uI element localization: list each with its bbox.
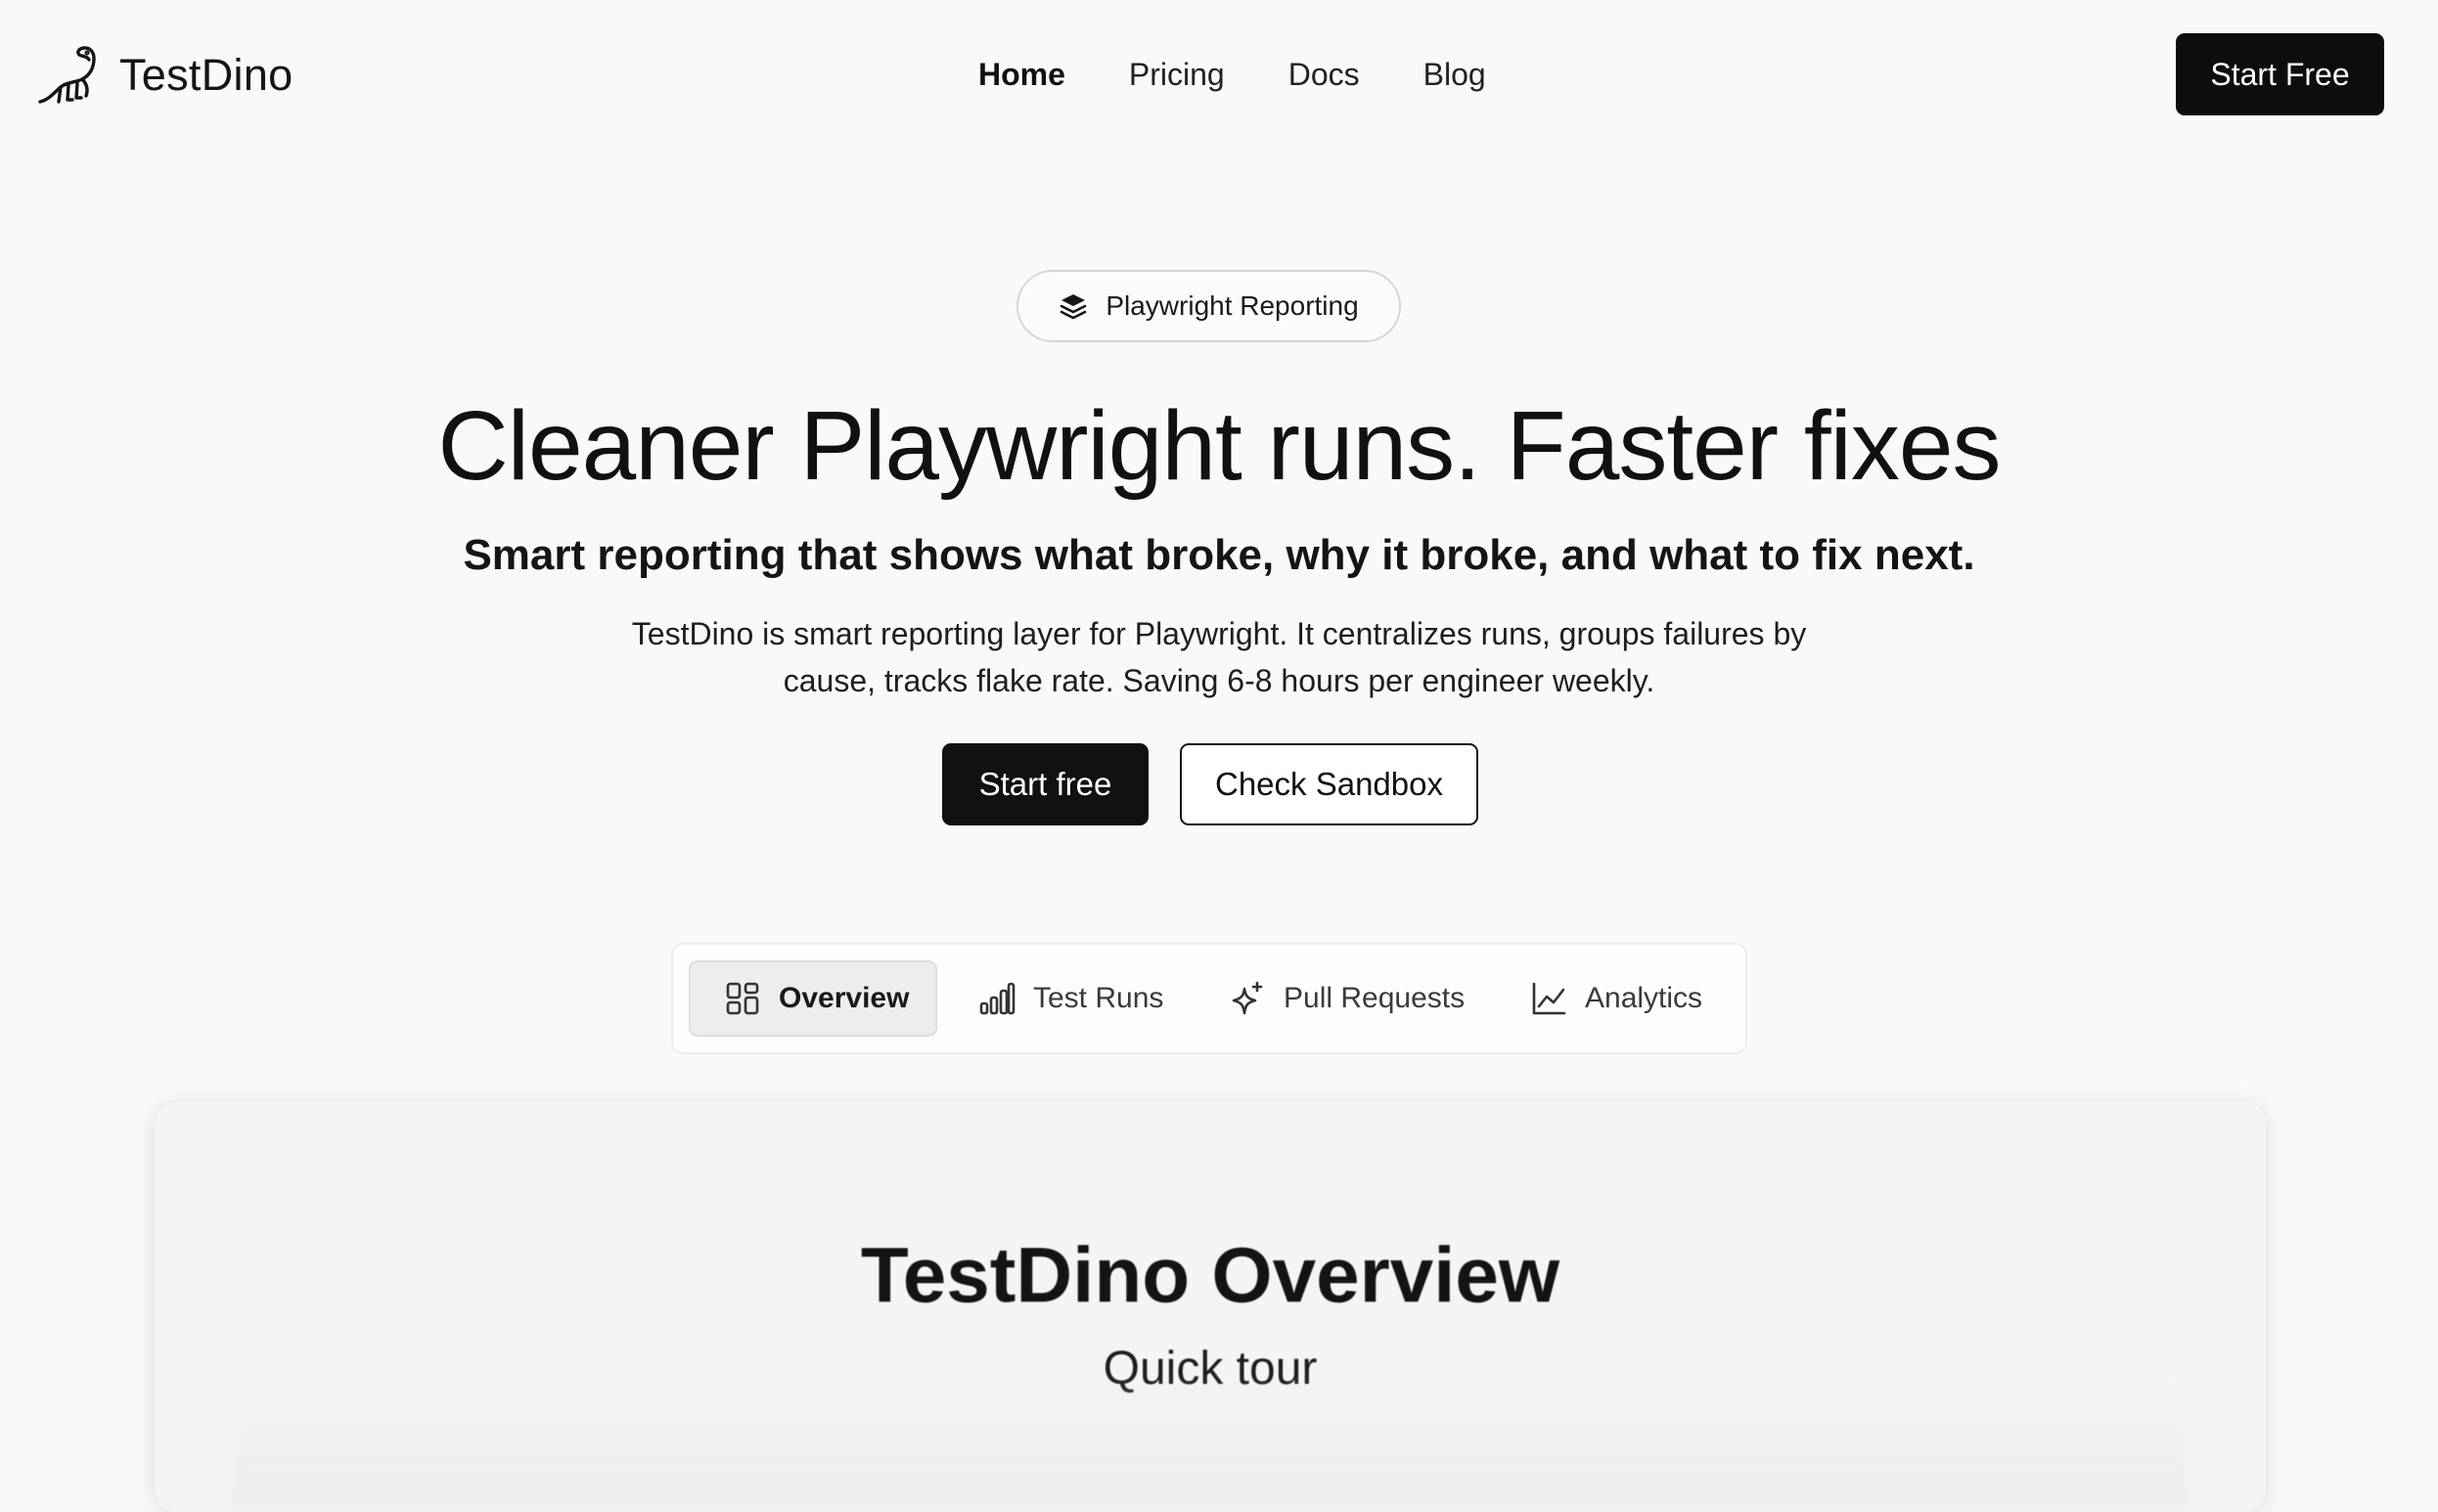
nav-link-docs[interactable]: Docs: [1288, 57, 1360, 93]
hero-description-line: TestDino is smart reporting layer for Pl…: [631, 616, 1807, 651]
feature-tabs: Overview Test Runs Pull Requests Analyti…: [671, 943, 1747, 1054]
tab-label: Analytics: [1585, 982, 1703, 1014]
badge-label: Playwright Reporting: [1106, 290, 1359, 321]
hero-description-line: cause, tracks flake rate. Saving 6-8 hou…: [783, 663, 1655, 698]
tab-pull-requests[interactable]: Pull Requests: [1229, 960, 1465, 1037]
nav-link-home[interactable]: Home: [978, 57, 1065, 93]
dinosaur-logo-icon: [38, 46, 96, 104]
primary-menu: Home Pricing Docs Blog: [978, 51, 1550, 98]
hero-subheadline: Smart reporting that shows what broke, w…: [463, 531, 1975, 579]
tab-label: Pull Requests: [1284, 982, 1466, 1014]
grid-icon: [726, 982, 759, 1015]
layers-icon: [1061, 294, 1087, 320]
hero-description: TestDino is smart reporting layer for Pl…: [583, 610, 1855, 704]
tab-label: Test Runs: [1033, 982, 1164, 1014]
product-preview-card[interactable]: TestDino Overview Quick tour: [155, 1101, 2266, 1512]
top-navigation: TestDino Home Pricing Docs Blog Start Fr…: [0, 0, 2438, 149]
preview-title: TestDino Overview: [860, 1231, 1560, 1318]
preview-subtitle: Quick tour: [1103, 1343, 1318, 1395]
playwright-reporting-badge[interactable]: Playwright Reporting: [1016, 270, 1401, 342]
brand-name: TestDino: [119, 50, 293, 100]
nav-link-pricing[interactable]: Pricing: [1129, 57, 1225, 93]
tab-overview[interactable]: Overview: [689, 960, 937, 1037]
line-chart-icon: [1532, 982, 1566, 1015]
nav-link-blog[interactable]: Blog: [1423, 57, 1486, 93]
sparkle-icon: [1232, 981, 1263, 1015]
tab-analytics[interactable]: Analytics: [1530, 960, 1702, 1037]
start-free-nav-button[interactable]: Start Free: [2176, 33, 2384, 115]
check-sandbox-button[interactable]: Check Sandbox: [1180, 743, 1478, 825]
brand-logo-link[interactable]: TestDino: [37, 43, 293, 108]
bar-chart-icon: [979, 982, 1016, 1015]
hero-headline: Cleaner Playwright runs. Faster fixes: [437, 391, 2002, 501]
start-free-button[interactable]: Start free: [942, 743, 1149, 825]
tab-test-runs[interactable]: Test Runs: [978, 960, 1163, 1037]
tab-label: Overview: [779, 982, 910, 1014]
